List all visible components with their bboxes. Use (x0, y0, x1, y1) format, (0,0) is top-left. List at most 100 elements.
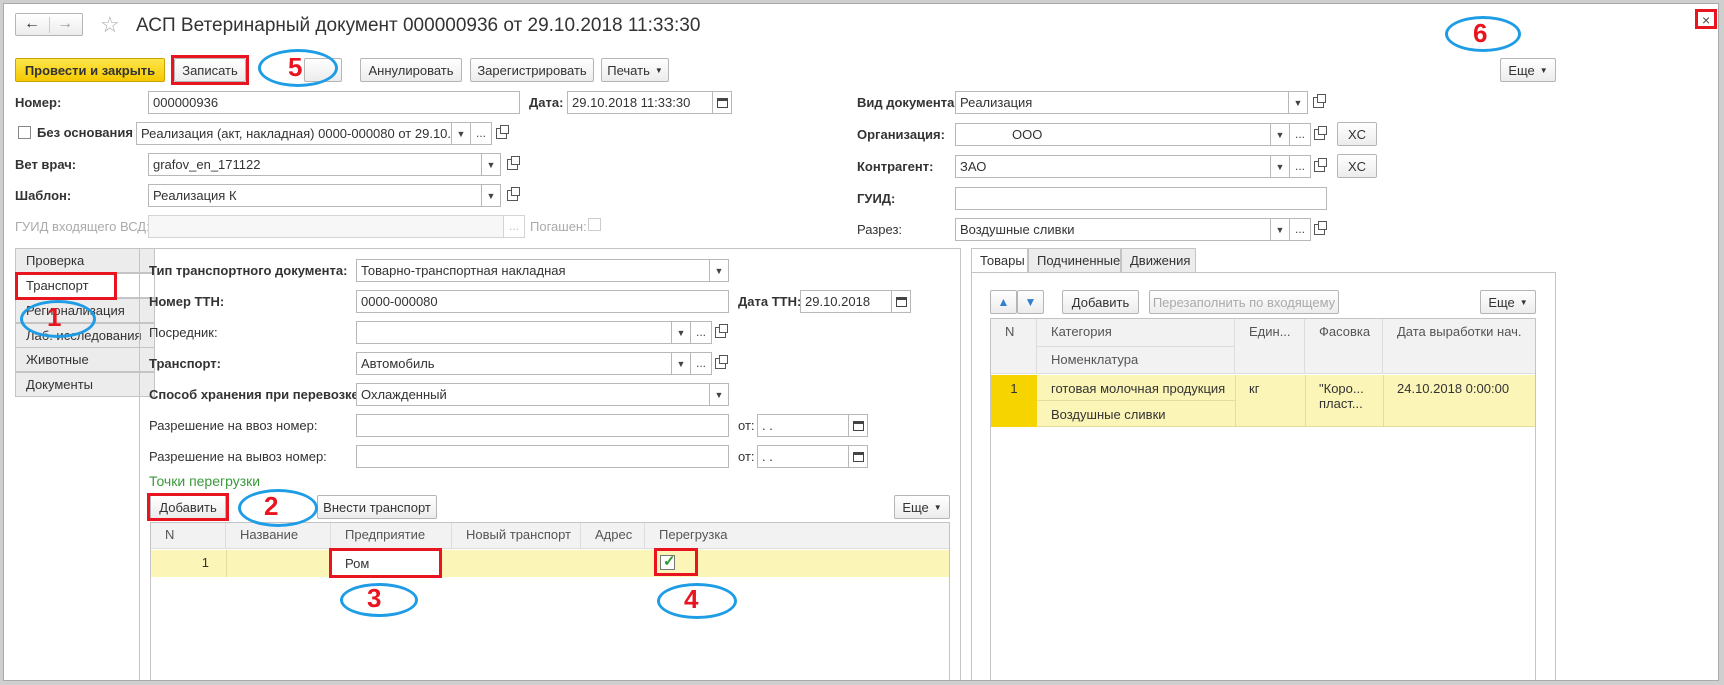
guid-field[interactable] (955, 187, 1327, 210)
row-name (226, 550, 331, 577)
vet-dropdown[interactable]: ▼ (481, 153, 501, 176)
table-row[interactable]: 1 готовая молочная продукция Воздушные с… (991, 375, 1535, 427)
number-field[interactable]: 000000936 (148, 91, 520, 114)
ttn-field[interactable]: 0000-000080 (356, 290, 729, 313)
chevron-down-icon: ▼ (1275, 129, 1285, 140)
agent-field[interactable] (356, 321, 672, 344)
goods-col-category[interactable]: Категория (1037, 319, 1235, 347)
reload-checkbox[interactable]: ✓ (660, 553, 676, 570)
org-open-button[interactable] (1309, 123, 1329, 146)
print-button[interactable]: Печать ▼ (601, 58, 669, 82)
back-arrow-icon[interactable]: ← (24, 15, 40, 33)
vet-open-button[interactable] (502, 153, 522, 176)
guid-label: ГУИД: (857, 191, 896, 206)
basis-select-button[interactable]: ... (470, 122, 492, 145)
callout-number-3: 3 (367, 583, 382, 613)
counterparty-open-button[interactable] (1309, 155, 1329, 178)
goods-col-date[interactable]: Дата выработки нач. (1383, 319, 1535, 374)
favorite-star-icon[interactable]: ☆ (100, 12, 120, 38)
agent-dropdown[interactable]: ▼ (671, 321, 691, 344)
template-field[interactable]: Реализация К (148, 184, 482, 207)
org-field[interactable]: ООО (955, 123, 1271, 146)
basis-field[interactable]: Реализация (акт, накладная) 0000-000080 … (136, 122, 452, 145)
row-enterprise[interactable]: Ром (331, 550, 439, 577)
col-new-transport[interactable]: Новый транспорт (452, 523, 581, 549)
register-button[interactable]: Зарегистрировать (470, 58, 594, 82)
date-calendar-button[interactable] (712, 91, 732, 114)
counterparty-xc-button[interactable]: XC (1337, 154, 1377, 178)
agent-select-button[interactable]: ... (690, 321, 712, 344)
transport-open-button[interactable] (710, 352, 730, 375)
goods-col-pack[interactable]: Фасовка (1305, 319, 1383, 374)
export-date-calendar-button[interactable] (848, 445, 868, 468)
ttn-date-field[interactable]: 29.10.2018 (800, 290, 892, 313)
doc-type-open-button[interactable] (1308, 91, 1328, 114)
org-xc-button[interactable]: XC (1337, 122, 1377, 146)
section-dropdown[interactable]: ▼ (1270, 218, 1290, 241)
tab-movements[interactable]: Движения (1121, 248, 1196, 273)
counterparty-field[interactable]: ЗАО (955, 155, 1271, 178)
storage-dropdown[interactable]: ▼ (709, 383, 729, 406)
tab-animals[interactable]: Животные (15, 347, 155, 372)
move-down-button[interactable]: ▼ (1017, 290, 1044, 314)
transport-dropdown[interactable]: ▼ (671, 352, 691, 375)
transport-field[interactable]: Автомобиль (356, 352, 672, 375)
section-field[interactable]: Воздушные сливки (955, 218, 1271, 241)
transport-doc-type-field[interactable]: Товарно-транспортная накладная (356, 259, 710, 282)
import-date-calendar-button[interactable] (848, 414, 868, 437)
col-enterprise[interactable]: Предприятие (331, 523, 452, 549)
move-up-button[interactable]: ▲ (990, 290, 1017, 314)
ttn-date-calendar-button[interactable] (891, 290, 911, 313)
org-select-button[interactable]: ... (1289, 123, 1311, 146)
date-field[interactable]: 29.10.2018 11:33:30 (567, 91, 713, 114)
basis-dropdown[interactable]: ▼ (451, 122, 471, 145)
chevron-down-icon: ▼ (486, 159, 496, 170)
section-select-button[interactable]: ... (1289, 218, 1311, 241)
chevron-down-icon: ▼ (933, 502, 942, 512)
goods-col-n[interactable]: N (991, 319, 1037, 374)
tab-subordinate[interactable]: Подчиненные (1028, 248, 1121, 273)
tab-documents[interactable]: Документы (15, 372, 155, 397)
transport-doc-type-dropdown[interactable]: ▼ (709, 259, 729, 282)
doc-type-dropdown[interactable]: ▼ (1288, 91, 1308, 114)
forward-arrow-icon[interactable]: → (57, 15, 73, 33)
template-open-button[interactable] (502, 184, 522, 207)
more-button[interactable]: Еще ▼ (1500, 58, 1556, 82)
save-button[interactable]: Записать (174, 58, 246, 82)
vet-field[interactable]: grafov_en_171122 (148, 153, 482, 176)
goods-col-unit[interactable]: Един... (1235, 319, 1305, 374)
col-address[interactable]: Адрес (581, 523, 645, 549)
section-open-button[interactable] (1309, 218, 1329, 241)
storage-field[interactable]: Охлажденный (356, 383, 710, 406)
add-reload-button[interactable]: Добавить (150, 495, 226, 519)
goods-more-button[interactable]: Еще ▼ (1480, 290, 1536, 314)
reload-more-button[interactable]: Еще ▼ (894, 495, 950, 519)
basis-open-button[interactable] (491, 122, 511, 145)
close-icon[interactable]: × (1702, 12, 1710, 28)
goods-col-nomenclature[interactable]: Номенклатура (1037, 347, 1235, 374)
annul-button[interactable]: Аннулировать (360, 58, 462, 82)
org-dropdown[interactable]: ▼ (1270, 123, 1290, 146)
tab-transport[interactable]: Транспорт (15, 273, 155, 298)
doc-type-field[interactable]: Реализация (955, 91, 1289, 114)
tab-check[interactable]: Проверка (15, 248, 155, 273)
counterparty-select-button[interactable]: ... (1289, 155, 1311, 178)
agent-open-button[interactable] (710, 321, 730, 344)
col-reload[interactable]: Перегрузка (645, 523, 949, 549)
template-dropdown[interactable]: ▼ (481, 184, 501, 207)
col-n[interactable]: N (151, 523, 226, 549)
post-and-close-button[interactable]: Провести и закрыть (15, 58, 165, 82)
import-date-field[interactable]: . . (757, 414, 849, 437)
import-permit-field[interactable] (356, 414, 729, 437)
export-date-field[interactable]: . . (757, 445, 849, 468)
no-basis-checkbox[interactable] (18, 126, 31, 139)
table-row[interactable]: 1 Ром ✓ (151, 550, 949, 577)
counterparty-dropdown[interactable]: ▼ (1270, 155, 1290, 178)
transport-select-button[interactable]: ... (690, 352, 712, 375)
export-permit-field[interactable] (356, 445, 729, 468)
add-goods-button[interactable]: Добавить (1062, 290, 1139, 314)
chevron-down-icon: ▼ (714, 389, 724, 400)
chevron-down-icon: ▼ (456, 128, 466, 139)
add-transport-button[interactable]: Внести транспорт (317, 495, 437, 519)
tab-goods[interactable]: Товары (971, 248, 1028, 273)
